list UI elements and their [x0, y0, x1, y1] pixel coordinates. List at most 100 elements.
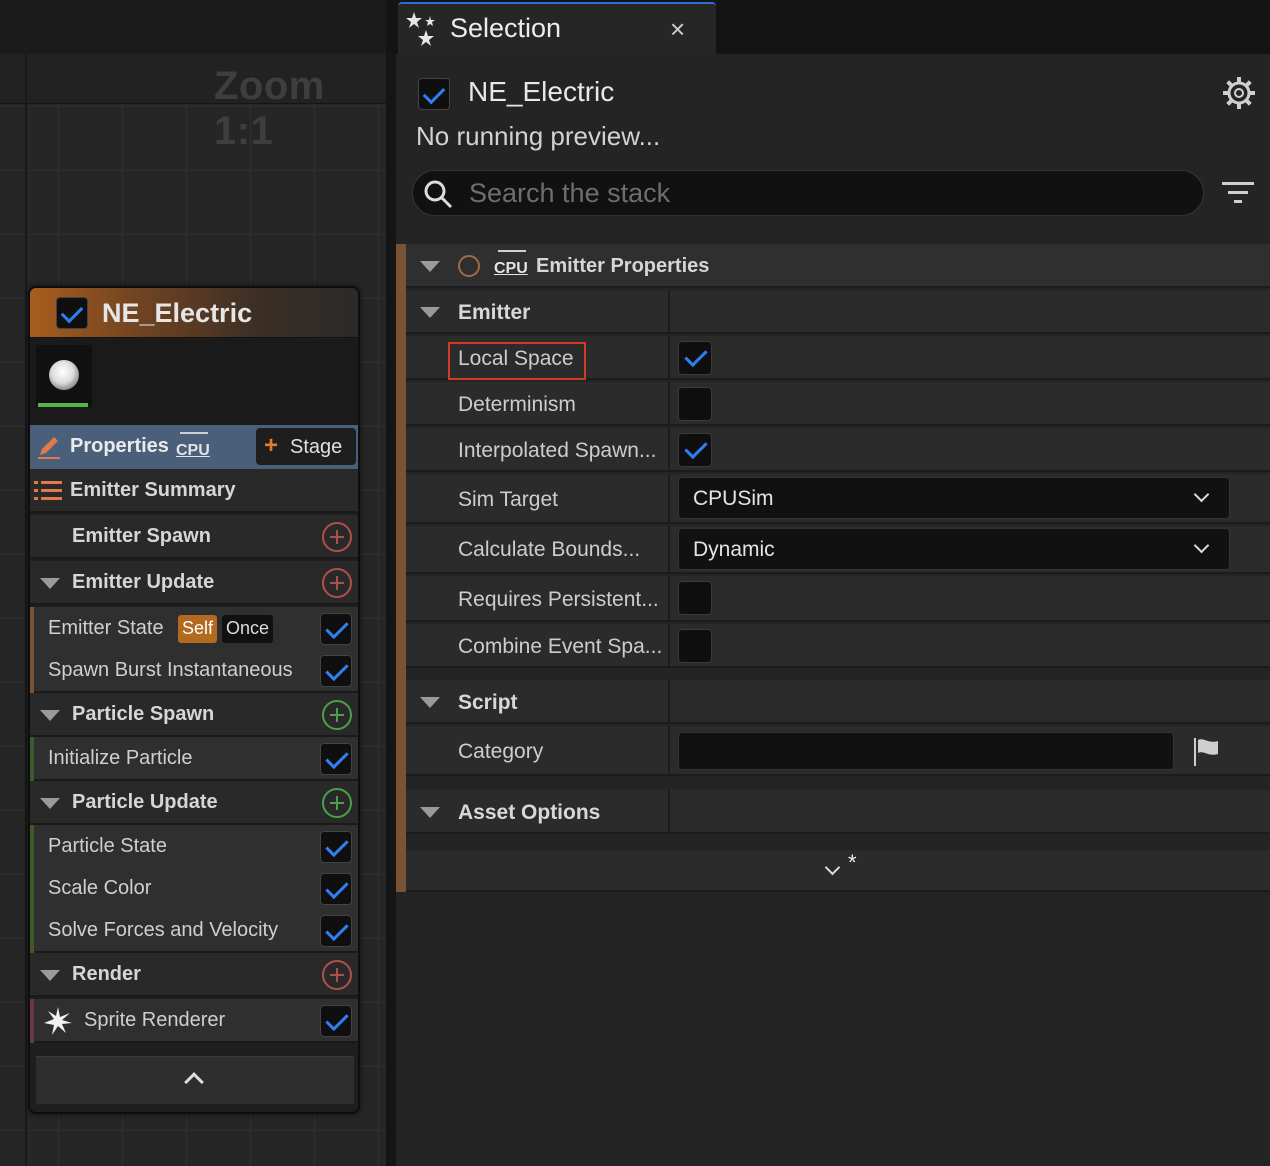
collapse-arrow-icon[interactable] — [420, 307, 440, 318]
column-splitter[interactable] — [668, 474, 670, 522]
group-emitter-spawn[interactable]: Emitter Spawn — [30, 515, 358, 559]
emitter-properties-section[interactable]: CPU Emitter Properties — [406, 244, 1270, 288]
add-module-icon[interactable] — [322, 700, 352, 730]
module-solve-forces[interactable]: Solve Forces and Velocity — [30, 909, 358, 953]
badge-self: Self — [178, 615, 218, 643]
property-row-category[interactable]: Category — [406, 726, 1270, 776]
module-label: Scale Color — [48, 877, 152, 899]
collapse-arrow-icon[interactable] — [420, 261, 440, 272]
column-splitter[interactable] — [668, 290, 670, 332]
property-row-determinism[interactable]: Determinism — [406, 382, 1270, 426]
group-particle-spawn[interactable]: Particle Spawn — [30, 693, 358, 737]
add-module-icon[interactable] — [322, 522, 352, 552]
sim-target-dropdown[interactable]: CPUSim — [678, 477, 1230, 519]
column-splitter[interactable] — [668, 576, 670, 620]
close-icon[interactable]: × — [670, 14, 685, 45]
dropdown-value: Dynamic — [693, 538, 775, 561]
column-splitter[interactable] — [668, 790, 670, 832]
emitter-name: NE_Electric — [468, 76, 615, 107]
add-module-icon[interactable] — [322, 568, 352, 598]
module-label: Solve Forces and Velocity — [48, 919, 279, 941]
module-enable-checkbox[interactable] — [320, 613, 352, 645]
module-enable-checkbox[interactable] — [320, 1005, 352, 1037]
emitter-enable-checkbox-panel[interactable] — [418, 78, 450, 110]
asset-options-group-row[interactable]: Asset Options — [406, 790, 1270, 834]
module-enable-checkbox[interactable] — [320, 873, 352, 905]
local-space-checkbox[interactable] — [678, 341, 712, 375]
module-enable-checkbox[interactable] — [320, 831, 352, 863]
column-splitter[interactable] — [668, 680, 670, 722]
module-enable-checkbox[interactable] — [320, 655, 352, 687]
collapse-arrow-icon[interactable] — [40, 578, 60, 589]
property-row-interpolated-spawn[interactable]: Interpolated Spawn... — [406, 428, 1270, 472]
script-group-row[interactable]: Script — [406, 680, 1270, 724]
tab-selection[interactable]: Selection × — [398, 2, 716, 54]
requires-persistent-checkbox[interactable] — [678, 581, 712, 615]
module-enable-checkbox[interactable] — [320, 915, 352, 947]
search-icon — [424, 180, 453, 209]
module-particle-state[interactable]: Particle State — [30, 825, 358, 869]
collapse-node-button[interactable] — [36, 1056, 354, 1104]
filter-icon[interactable] — [1222, 178, 1254, 208]
emitter-enable-checkbox[interactable] — [56, 297, 88, 329]
collapse-arrow-icon[interactable] — [420, 697, 440, 708]
group-label: Particle Spawn — [72, 703, 215, 725]
group-label: Particle Update — [72, 791, 218, 813]
property-label: Requires Persistent... — [458, 588, 659, 611]
property-row-sim-target[interactable]: Sim Target CPUSim — [406, 474, 1270, 524]
emitter-group-row[interactable]: Emitter — [406, 290, 1270, 334]
calculate-bounds-dropdown[interactable]: Dynamic — [678, 528, 1230, 570]
combine-event-spawn-checkbox[interactable] — [678, 629, 712, 663]
emitter-thumbnail[interactable] — [36, 345, 92, 407]
module-enable-checkbox[interactable] — [320, 743, 352, 775]
properties-row[interactable]: Properties CPU + Stage — [30, 425, 358, 469]
graph-canvas[interactable]: Zoom 1:1 NE_Electric Properties CPU + St… — [0, 0, 386, 1166]
collapse-arrow-icon[interactable] — [40, 710, 60, 721]
module-initialize-particle[interactable]: Initialize Particle — [30, 737, 358, 781]
module-spawn-burst[interactable]: Spawn Burst Instantaneous — [30, 649, 358, 693]
collapse-arrow-icon[interactable] — [40, 798, 60, 809]
add-module-icon[interactable] — [322, 788, 352, 818]
property-row-calculate-bounds[interactable]: Calculate Bounds... Dynamic — [406, 526, 1270, 574]
interpolated-spawn-checkbox[interactable] — [678, 433, 712, 467]
property-label: Sim Target — [458, 488, 558, 511]
collapse-arrow-icon[interactable] — [40, 970, 60, 981]
pencil-icon — [38, 437, 60, 459]
module-sprite-renderer[interactable]: Sprite Renderer — [30, 999, 358, 1043]
column-splitter[interactable] — [668, 726, 670, 774]
collapse-arrow-icon[interactable] — [420, 807, 440, 818]
column-splitter[interactable] — [668, 382, 670, 424]
flag-icon[interactable] — [1192, 736, 1220, 766]
add-module-icon[interactable] — [322, 960, 352, 990]
column-splitter[interactable] — [668, 428, 670, 470]
search-input[interactable] — [469, 177, 1169, 209]
column-splitter[interactable] — [668, 526, 670, 572]
add-stage-label: Stage — [290, 436, 343, 458]
emitter-summary-row[interactable]: Emitter Summary — [30, 469, 358, 513]
property-row-local-space[interactable]: Local Space — [406, 336, 1270, 380]
module-scale-color[interactable]: Scale Color — [30, 867, 358, 911]
column-splitter[interactable] — [668, 624, 670, 666]
emitter-properties-icon — [458, 255, 480, 277]
group-particle-update[interactable]: Particle Update — [30, 781, 358, 825]
chevron-down-icon[interactable] — [824, 859, 841, 876]
property-row-combine-event-spawn[interactable]: Combine Event Spa... — [406, 624, 1270, 668]
show-advanced-row[interactable]: * — [406, 850, 1270, 892]
group-emitter-update[interactable]: Emitter Update — [30, 561, 358, 605]
module-emitter-state[interactable]: Emitter State Self Once — [30, 607, 358, 651]
property-row-requires-persistent[interactable]: Requires Persistent... — [406, 576, 1270, 622]
panel-splitter[interactable] — [386, 54, 396, 1166]
gear-icon[interactable] — [1222, 76, 1256, 110]
emitter-node-header[interactable]: NE_Electric — [30, 288, 358, 338]
search-bar[interactable] — [412, 170, 1204, 216]
add-stage-button[interactable]: + Stage — [256, 428, 356, 465]
emitter-summary-label: Emitter Summary — [70, 479, 236, 501]
category-input[interactable] — [678, 732, 1174, 770]
particle-preview-icon — [49, 360, 79, 390]
column-splitter[interactable] — [668, 336, 670, 378]
determinism-checkbox[interactable] — [678, 387, 712, 421]
chevron-down-icon — [1193, 537, 1210, 554]
emitter-color-bar — [396, 244, 406, 892]
emitter-node[interactable]: NE_Electric Properties CPU + Stage Emitt… — [28, 286, 360, 1114]
group-render[interactable]: Render — [30, 953, 358, 997]
